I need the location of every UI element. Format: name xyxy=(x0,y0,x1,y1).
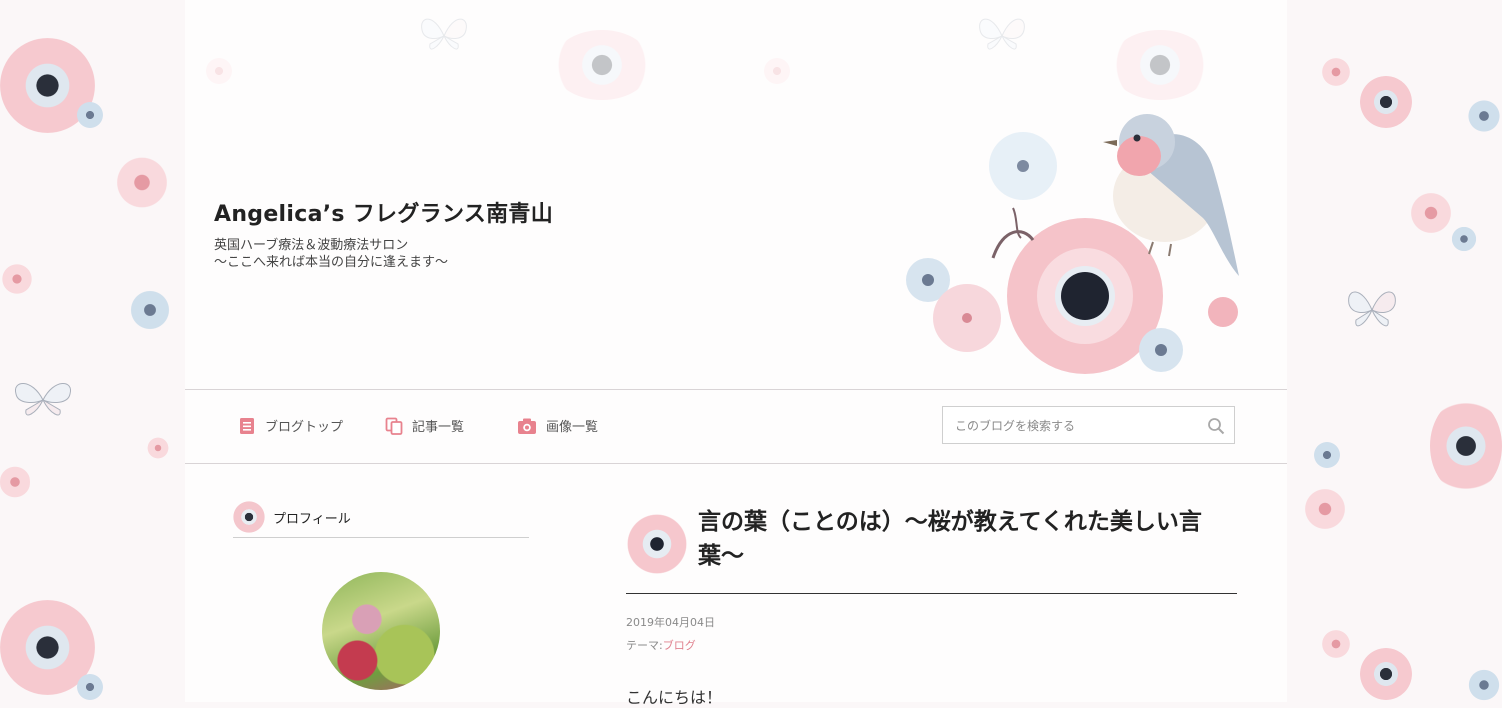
blue-flower-decoration xyxy=(1312,440,1342,470)
butterfly-icon xyxy=(15,383,71,416)
blog-search-box xyxy=(942,406,1235,444)
blue-flower-decoration xyxy=(1450,225,1478,253)
nav-article-list[interactable]: 記事一覧 xyxy=(385,416,464,435)
bird-flower-illustration xyxy=(906,114,1239,374)
article: 言の葉（ことのは）〜桜が教えてくれた美しい言葉〜 2019年04月04日 テーマ… xyxy=(626,497,1237,708)
blossom-decoration xyxy=(0,262,34,296)
flower-icon xyxy=(626,513,688,575)
blog-description: 英国ハーブ療法＆波動療法サロン 〜ここへ来れば本当の自分に逢えます〜 xyxy=(214,237,448,271)
blue-flower-decoration xyxy=(1466,98,1502,134)
theme-link[interactable]: ブログ xyxy=(663,639,696,652)
blog-header: Angelica’s フレグランス南青山 英国ハーブ療法＆波動療法サロン 〜ここ… xyxy=(185,0,1287,388)
blue-flower-decoration xyxy=(128,288,172,332)
search-icon[interactable] xyxy=(1207,417,1225,435)
butterfly-icon xyxy=(1348,291,1396,327)
camera-icon xyxy=(518,418,536,434)
document-icon xyxy=(240,417,254,434)
article-date: 2019年04月04日 xyxy=(626,616,715,629)
blossom-decoration xyxy=(1302,486,1348,532)
blog-title[interactable]: Angelica’s フレグランス南青山 xyxy=(214,196,553,228)
anemone-flower-decoration xyxy=(1360,76,1412,128)
nav-image-list[interactable]: 画像一覧 xyxy=(517,416,598,435)
flower-icon xyxy=(233,501,265,533)
sidebar: プロフィール xyxy=(233,497,529,690)
blossom-decoration xyxy=(146,436,170,460)
theme-label: テーマ: xyxy=(626,639,663,652)
nav-label: 画像一覧 xyxy=(546,420,599,435)
blossom-decoration xyxy=(1408,190,1454,236)
nav-blog-top[interactable]: ブログトップ xyxy=(238,416,343,435)
anemone-flower-decoration xyxy=(1360,648,1412,700)
nav-label: ブログトップ xyxy=(265,420,344,435)
blossom-decoration xyxy=(1320,628,1352,660)
article-theme: テーマ:ブログ xyxy=(626,637,1237,653)
blossom-decoration xyxy=(0,462,30,502)
blossom-decoration xyxy=(1320,56,1352,88)
search-input[interactable] xyxy=(953,416,1197,436)
blue-flower-decoration xyxy=(75,100,105,130)
article-title[interactable]: 言の葉（ことのは）〜桜が教えてくれた美しい言葉〜 xyxy=(698,505,1238,573)
global-navigation: ブログトップ 記事一覧 画像一覧 xyxy=(185,389,1287,464)
avatar[interactable] xyxy=(322,572,440,690)
profile-heading: プロフィール xyxy=(273,511,351,527)
blossom-decoration xyxy=(112,155,172,210)
blue-flower-decoration xyxy=(1466,668,1502,702)
article-header: 言の葉（ことのは）〜桜が教えてくれた美しい言葉〜 xyxy=(626,497,1237,594)
copy-icon xyxy=(385,417,403,435)
article-body-text: こんにちは！ xyxy=(626,688,723,707)
blog-description-line: 英国ハーブ療法＆波動療法サロン xyxy=(214,238,409,253)
nav-label: 記事一覧 xyxy=(412,420,465,435)
blog-description-line: 〜ここへ来れば本当の自分に逢えます〜 xyxy=(214,255,449,270)
blue-flower-decoration xyxy=(75,672,105,702)
anemone-flower-decoration xyxy=(1430,398,1502,494)
profile-section-header: プロフィール xyxy=(233,497,529,538)
